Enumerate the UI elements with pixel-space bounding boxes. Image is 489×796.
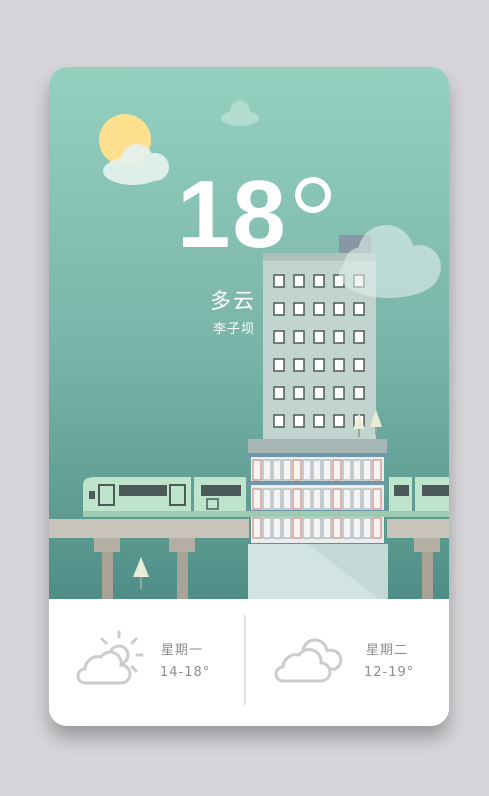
weather-condition: 多云 — [210, 289, 256, 313]
forecast-day-label: 星期一 — [161, 643, 204, 658]
degree-symbol-icon — [295, 177, 331, 213]
forecast-temp-range: 14-18° — [160, 665, 211, 680]
location-name: 李子坝 — [213, 322, 256, 337]
forecast-panel: 星期一 14-18° 星期二 12-19° — [49, 599, 449, 726]
cloud-icon — [274, 638, 343, 683]
forecast-divider — [244, 615, 246, 705]
forecast-day-label: 星期二 — [366, 643, 409, 658]
partly-sunny-cloud-icon — [76, 630, 144, 685]
weather-card: 18 多云 李子坝 星期一 14-18° 星期二 12-19° — [49, 67, 449, 726]
current-temperature: 18 — [177, 161, 288, 268]
station-building — [246, 439, 389, 543]
weather-illustration: 18 多云 李子坝 — [49, 67, 449, 599]
forecast-temp-range: 12-19° — [364, 665, 415, 680]
